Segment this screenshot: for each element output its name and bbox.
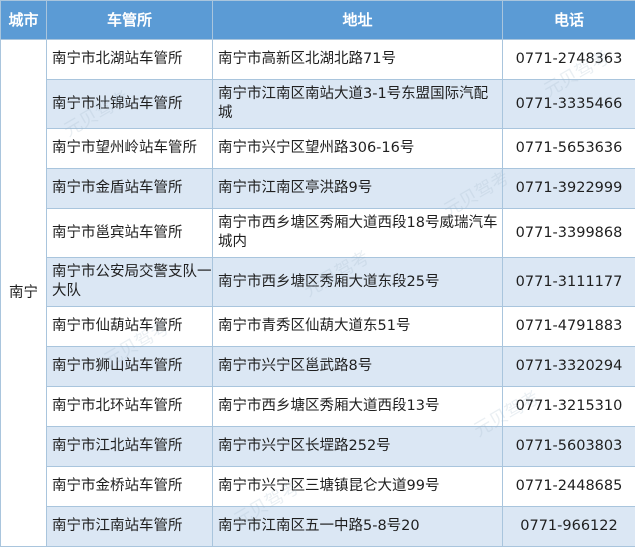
office-cell: 南宁市狮山站车管所 [46,346,213,387]
phone-cell: 0771-5653636 [502,128,635,169]
phone-cell: 0771-4791883 [502,306,635,347]
office-cell: 南宁市金桥站车管所 [46,466,213,507]
table-row: 南宁市公安局交警支队一大队 南宁市西乡塘区秀厢大道东段25号 0771-3111… [1,257,635,307]
address-cell: 南宁市兴宁区邕武路8号 [212,346,503,387]
address-cell: 南宁市江南区南站大道3-1号东盟国际汽配城 [212,79,503,129]
city-cell: 南宁 [0,39,47,547]
table-row: 南宁市北环站车管所 南宁市西乡塘区秀厢大道西段13号 0771-3215310 [1,386,635,427]
phone-cell: 0771-966122 [502,506,635,547]
table-row: 南宁市金盾站车管所 南宁市江南区亭洪路9号 0771-3922999 [1,168,635,209]
table-row: 南宁市金桥站车管所 南宁市兴宁区三塘镇昆仑大道99号 0771-2448685 [1,466,635,507]
address-cell: 南宁市西乡塘区秀厢大道西段13号 [212,386,503,427]
table-row: 南宁市仙葫站车管所 南宁市青秀区仙葫大道东51号 0771-4791883 [1,306,635,347]
address-cell: 南宁市兴宁区望州路306-16号 [212,128,503,169]
office-cell: 南宁市北环站车管所 [46,386,213,427]
table-row: 南宁市壮锦站车管所 南宁市江南区南站大道3-1号东盟国际汽配城 0771-333… [1,79,635,129]
office-cell: 南宁市金盾站车管所 [46,168,213,209]
table-row: 南宁市邕宾站车管所 南宁市西乡塘区秀厢大道西段18号威瑞汽车城内 0771-33… [1,208,635,258]
address-cell: 南宁市西乡塘区秀厢大道东段25号 [212,257,503,307]
vehicle-office-table: 城市 车管所 地址 电话 南宁 南宁市北湖站车管所 南宁市高新区北湖北路71号 … [0,0,635,547]
table-row: 南宁市江北站车管所 南宁市兴宁区长堽路252号 0771-5603803 [1,426,635,467]
phone-cell: 0771-3111177 [502,257,635,307]
header-office: 车管所 [46,0,213,40]
address-cell: 南宁市江南区亭洪路9号 [212,168,503,209]
phone-cell: 0771-3399868 [502,208,635,258]
address-cell: 南宁市青秀区仙葫大道东51号 [212,306,503,347]
phone-cell: 0771-2748363 [502,39,635,80]
office-cell: 南宁市公安局交警支队一大队 [46,257,213,307]
header-city: 城市 [0,0,47,40]
header-address: 地址 [212,0,503,40]
phone-cell: 0771-3922999 [502,168,635,209]
table-row: 南宁 南宁市北湖站车管所 南宁市高新区北湖北路71号 0771-2748363 [0,39,635,547]
office-cell: 南宁市江南站车管所 [46,506,213,547]
address-cell: 南宁市高新区北湖北路71号 [212,39,503,80]
address-cell: 南宁市西乡塘区秀厢大道西段18号威瑞汽车城内 [212,208,503,258]
address-cell: 南宁市兴宁区三塘镇昆仑大道99号 [212,466,503,507]
header-phone: 电话 [502,0,635,40]
address-cell: 南宁市兴宁区长堽路252号 [212,426,503,467]
address-cell: 南宁市江南区五一中路5-8号20 [212,506,503,547]
phone-cell: 0771-3320294 [502,346,635,387]
phone-cell: 0771-3215310 [502,386,635,427]
office-cell: 南宁市北湖站车管所 [46,39,213,80]
phone-cell: 0771-3335466 [502,79,635,129]
office-cell: 南宁市壮锦站车管所 [46,79,213,129]
office-cell: 南宁市邕宾站车管所 [46,208,213,258]
phone-cell: 0771-2448685 [502,466,635,507]
office-cell: 南宁市江北站车管所 [46,426,213,467]
table-row: 南宁市江南站车管所 南宁市江南区五一中路5-8号20 0771-966122 [1,506,635,547]
table-row: 南宁市狮山站车管所 南宁市兴宁区邕武路8号 0771-3320294 [1,346,635,387]
phone-cell: 0771-5603803 [502,426,635,467]
table-row: 南宁市望州岭站车管所 南宁市兴宁区望州路306-16号 0771-5653636 [1,128,635,169]
office-cell: 南宁市仙葫站车管所 [46,306,213,347]
office-cell: 南宁市望州岭站车管所 [46,128,213,169]
header-row: 城市 车管所 地址 电话 [0,0,635,40]
